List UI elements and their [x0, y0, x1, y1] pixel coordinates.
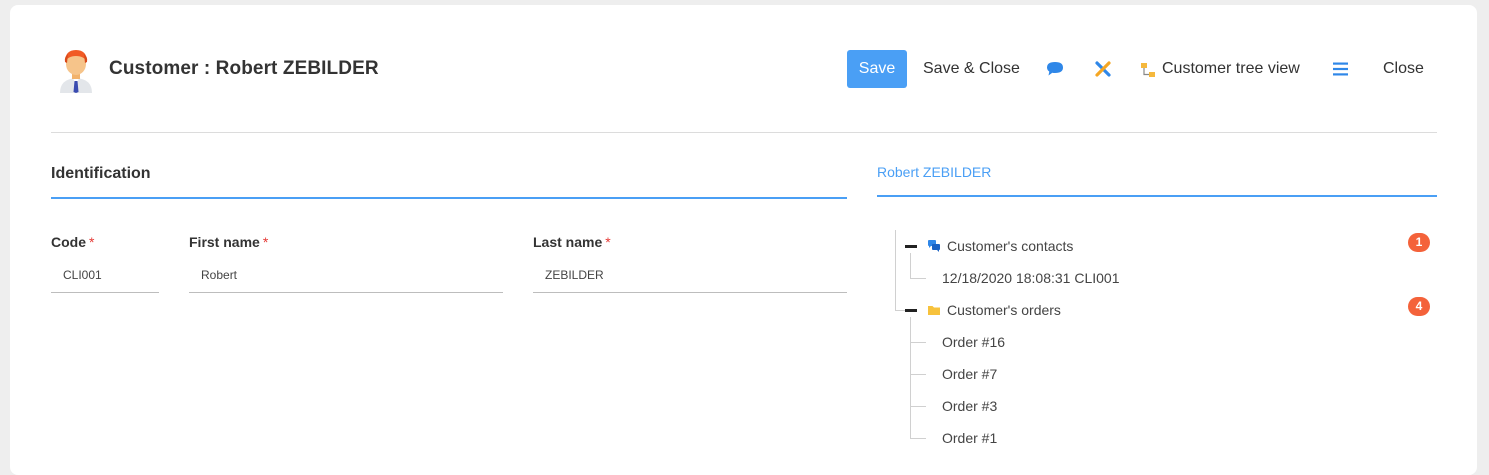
identification-underline	[51, 197, 847, 199]
menu-icon[interactable]	[1331, 59, 1351, 79]
header-divider	[51, 132, 1437, 133]
customer-tree-view-button[interactable]: Customer tree view	[1162, 50, 1300, 88]
save-button[interactable]: Save	[847, 50, 907, 88]
tree-leaf-order[interactable]: Order #3	[942, 398, 997, 414]
tree-leaf-order[interactable]: Order #16	[942, 334, 1005, 350]
tree-leaf-order[interactable]: Order #7	[942, 366, 997, 382]
tree-tab-underline	[877, 195, 1437, 197]
comment-icon[interactable]	[1045, 59, 1065, 79]
collapse-orders-toggle[interactable]	[905, 309, 917, 312]
code-label-text: Code	[51, 234, 86, 250]
tree-view-icon[interactable]	[1139, 61, 1157, 79]
tree-leaf-contact[interactable]: 12/18/2020 18:08:31 CLI001	[942, 270, 1120, 286]
user-avatar-icon	[60, 50, 92, 93]
last-name-label: Last name *	[533, 234, 611, 250]
folder-icon	[928, 306, 940, 315]
required-mark: *	[605, 234, 611, 250]
tree-connector	[910, 342, 926, 343]
required-mark: *	[262, 234, 269, 250]
code-label: Code *	[51, 234, 94, 250]
tree-tab-customer[interactable]: Robert ZEBILDER	[877, 164, 991, 180]
tools-icon[interactable]	[1093, 59, 1113, 79]
tree-connector	[910, 374, 926, 375]
identification-section-title: Identification	[51, 165, 151, 182]
tree-connector	[910, 406, 926, 407]
tree-node-contacts[interactable]: Customer's contacts	[947, 238, 1073, 254]
orders-count-badge: 4	[1408, 297, 1430, 316]
close-button[interactable]: Close	[1383, 50, 1424, 88]
tree-connector	[895, 310, 905, 311]
first-name-field[interactable]	[189, 257, 503, 293]
tree-root-line	[895, 230, 896, 310]
tree-node-orders[interactable]: Customer's orders	[947, 302, 1061, 318]
tree-connector	[910, 438, 926, 439]
customer-form-card: Customer : Robert ZEBILDER Save Save & C…	[10, 5, 1477, 475]
first-name-label: First name *	[189, 234, 268, 250]
last-name-label-text: Last name	[533, 234, 603, 250]
first-name-label-text: First name	[189, 234, 260, 250]
last-name-field[interactable]	[533, 257, 847, 293]
tree-leaf-order[interactable]: Order #1	[942, 430, 997, 446]
tree-connector	[910, 317, 911, 438]
collapse-contacts-toggle[interactable]	[905, 245, 917, 248]
required-mark: *	[89, 234, 95, 250]
page-title: Customer : Robert ZEBILDER	[109, 58, 379, 79]
contacts-icon	[928, 240, 940, 252]
code-field[interactable]	[51, 257, 159, 293]
contacts-count-badge: 1	[1408, 233, 1430, 252]
save-and-close-button[interactable]: Save & Close	[923, 50, 1020, 88]
tree-connector	[910, 253, 911, 278]
tree-connector	[910, 278, 926, 279]
